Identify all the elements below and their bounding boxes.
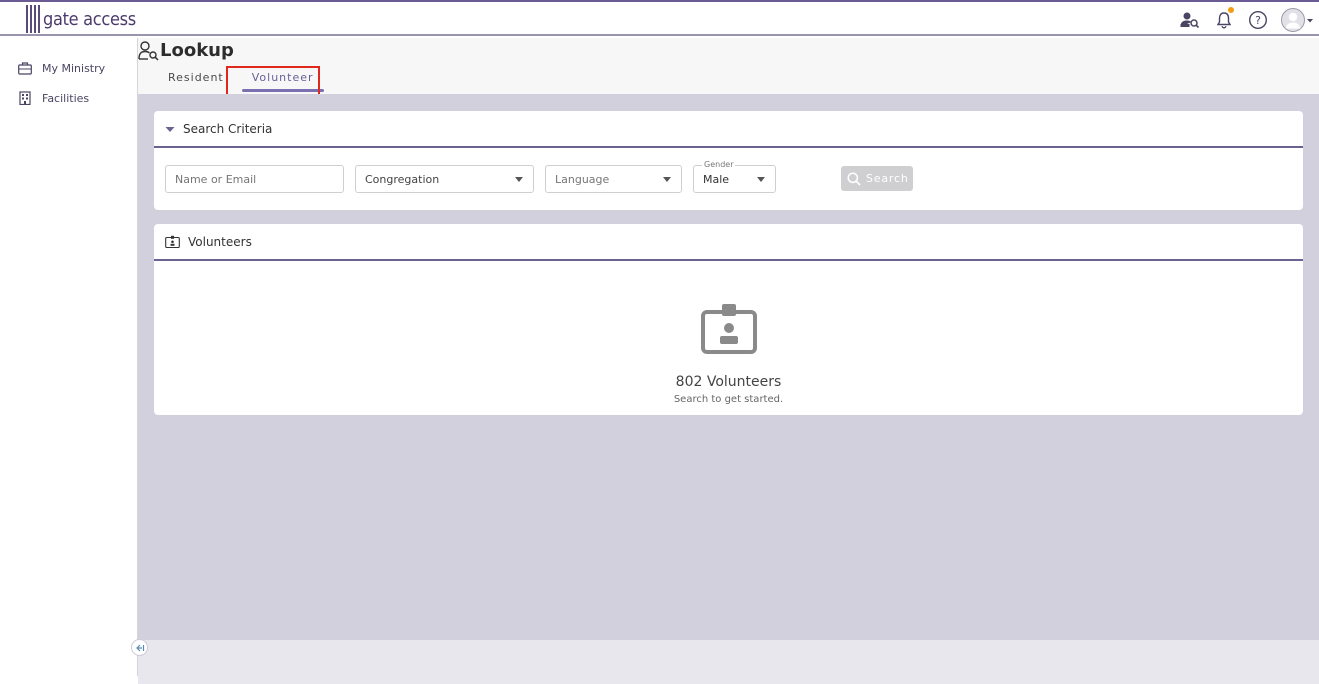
page-header: Lookup Resident Volunteer	[138, 38, 1319, 100]
logo-text: gate access	[43, 8, 136, 30]
id-badge-icon	[165, 235, 180, 248]
name-email-field[interactable]	[165, 165, 344, 193]
top-bar: gate access ?	[0, 0, 1319, 36]
help-button[interactable]: ?	[1241, 6, 1275, 34]
avatar-icon	[1281, 8, 1313, 32]
collapse-sidebar-button[interactable]	[131, 639, 148, 656]
lookup-icon	[138, 40, 159, 61]
svg-text:?: ?	[1255, 14, 1261, 27]
sidebar-item-label: My Ministry	[42, 61, 106, 75]
volunteers-title: Volunteers	[188, 234, 252, 249]
language-value: Language	[555, 172, 610, 186]
search-button-label: Search	[866, 172, 909, 185]
sidebar: My Ministry Facilities	[5, 38, 138, 676]
volunteers-header: Volunteers	[154, 224, 1303, 261]
app-logo[interactable]: gate access	[26, 4, 136, 34]
chevron-down-icon	[515, 177, 523, 182]
user-search-button[interactable]	[1173, 6, 1207, 34]
page-title: Lookup	[160, 40, 234, 61]
collapse-left-icon	[135, 644, 144, 651]
caret-down-icon	[165, 126, 175, 132]
sidebar-item-label: Facilities	[42, 91, 90, 105]
gender-label: Gender	[702, 160, 736, 169]
gender-select[interactable]: Gender Male	[693, 160, 776, 193]
search-criteria-header[interactable]: Search Criteria	[154, 111, 1303, 148]
briefcase-icon	[18, 61, 32, 75]
tab-resident[interactable]: Resident	[158, 68, 234, 92]
chevron-down-icon	[663, 177, 671, 182]
user-search-icon	[1180, 12, 1200, 29]
logo-bars-icon	[26, 5, 40, 33]
empty-state: 802 Volunteers Search to get started.	[154, 304, 1303, 405]
chevron-down-icon	[757, 177, 765, 182]
volunteers-card: Volunteers 802 Volunteers Search to get …	[154, 224, 1303, 415]
congregation-value: Congregation	[365, 172, 440, 186]
notification-dot	[1228, 7, 1234, 13]
language-select[interactable]: Language	[545, 165, 682, 193]
search-criteria-card: Search Criteria Congregation Language Ge…	[154, 111, 1303, 210]
sidebar-item-my-ministry[interactable]: My Ministry	[5, 57, 137, 79]
sidebar-item-facilities[interactable]: Facilities	[5, 87, 137, 109]
search-icon	[847, 171, 861, 186]
user-menu-button[interactable]	[1275, 6, 1319, 34]
name-email-input[interactable]	[175, 172, 343, 186]
search-criteria-title: Search Criteria	[183, 121, 273, 136]
gender-value: Male	[703, 172, 730, 186]
congregation-select[interactable]: Congregation	[355, 165, 534, 193]
main-content: Search Criteria Congregation Language Ge…	[138, 94, 1319, 640]
footer-strip	[138, 640, 1319, 684]
building-icon	[19, 91, 31, 105]
volunteer-count: 802 Volunteers	[675, 374, 782, 390]
help-icon: ?	[1248, 10, 1268, 30]
search-button[interactable]: Search	[841, 166, 913, 191]
id-badge-icon	[700, 304, 757, 354]
bell-icon	[1216, 12, 1232, 29]
empty-hint: Search to get started.	[673, 394, 784, 405]
notifications-button[interactable]	[1207, 6, 1241, 34]
